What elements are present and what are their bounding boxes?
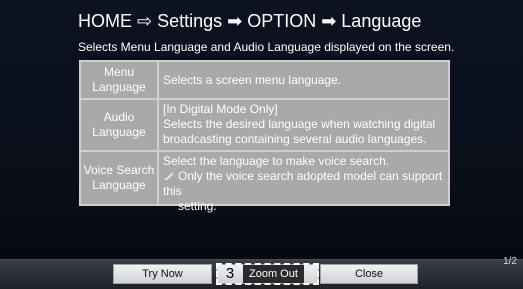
row-label-line: Language	[92, 178, 146, 192]
row-description-line: Only the voice search adopted model can …	[163, 169, 444, 199]
page-indicator: 1/2	[503, 256, 517, 267]
row-label-line: Language	[92, 80, 146, 94]
row-description-line: [In Digital Mode Only]	[163, 102, 278, 116]
row-label-menu-language: Menu Language	[81, 62, 159, 98]
page-title: HOME ⇨ Settings ➡ OPTION ➡ Language	[78, 11, 422, 31]
language-settings-table: Menu Language Selects a screen menu lang…	[79, 60, 450, 213]
zoom-number: 3	[225, 265, 235, 282]
table-row-menu-language: Menu Language Selects a screen menu lang…	[81, 62, 448, 98]
close-button[interactable]: Close	[320, 264, 418, 284]
row-description-line: Selects a screen menu language.	[163, 72, 342, 87]
note-text: Only the voice search adopted model can …	[163, 169, 443, 198]
row-label-line: Language	[92, 125, 146, 139]
try-now-button[interactable]: Try Now	[113, 264, 212, 284]
pencil-icon	[165, 171, 175, 181]
table-row-audio-language: Audio Language [In Digital Mode Only] Se…	[81, 98, 448, 150]
row-description-line: Select the language to make voice search…	[163, 154, 390, 168]
row-description-voice-search-language: Select the language to make voice search…	[159, 152, 448, 213]
row-label-line: Menu	[103, 65, 135, 79]
row-label-audio-language: Audio Language	[81, 100, 159, 150]
page-subtitle: Selects Menu Language and Audio Language…	[78, 40, 455, 54]
row-description-audio-language: [In Digital Mode Only] Selects the desir…	[159, 100, 448, 150]
zoom-out-label: Zoom Out	[243, 265, 304, 283]
row-label-voice-search-language: Voice Search Language	[81, 152, 159, 204]
table-row-voice-search-language: Voice Search Language Select the languag…	[81, 150, 448, 213]
row-label-line: Voice Search	[83, 163, 155, 177]
row-label-line: Audio	[103, 110, 135, 124]
zoom-out-button[interactable]: 3 Zoom Out	[216, 264, 319, 284]
row-description-line: setting.	[178, 199, 217, 213]
row-description-line: broadcasting containing several audio la…	[163, 132, 427, 146]
tv-option-language-screen: HOME ⇨ Settings ➡ OPTION ➡ Language Sele…	[0, 0, 523, 289]
row-description-menu-language: Selects a screen menu language.	[159, 62, 448, 98]
row-description-line: Selects the desired language when watchi…	[163, 117, 436, 131]
